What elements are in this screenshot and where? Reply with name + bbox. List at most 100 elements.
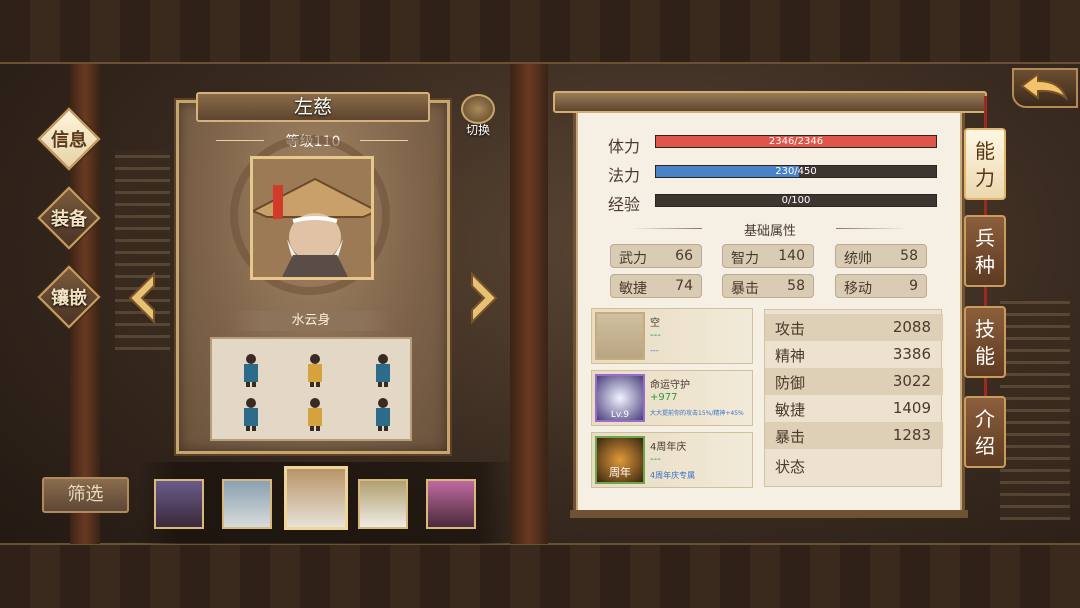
- stat-value: 2088: [892, 318, 931, 336]
- attr-value: 140: [778, 248, 805, 264]
- bg-window: [1000, 300, 1070, 520]
- troop-sprite: [244, 354, 258, 387]
- stat-name: 敏捷: [775, 401, 806, 419]
- divider: [632, 228, 702, 229]
- stat-value: 3386: [892, 345, 931, 363]
- bottom-border: [0, 543, 1080, 608]
- equip-desc: 4周年庆专属: [650, 471, 696, 480]
- equip-bonus: ---: [650, 454, 661, 465]
- hero-name: 左慈: [293, 96, 332, 118]
- filter-button[interactable]: 筛选: [42, 477, 129, 513]
- prev-hero-arrow-icon[interactable]: [124, 272, 160, 324]
- equip-slot[interactable]: 空 --- ---: [591, 308, 753, 364]
- tab-skills[interactable]: 技能: [964, 306, 1006, 378]
- exp-label: 经验: [608, 195, 641, 214]
- attr-item: 统帅 58: [835, 244, 927, 268]
- mp-label: 法力: [608, 166, 641, 185]
- troop-sprite: [308, 398, 322, 431]
- equip-bonus: +977: [650, 392, 678, 403]
- attr-value: 74: [675, 278, 693, 294]
- equip-bonus: ---: [650, 330, 661, 341]
- menu-inlay[interactable]: 镶嵌: [37, 265, 101, 329]
- hero-thumb[interactable]: [154, 479, 204, 529]
- troop-formation: [210, 337, 412, 441]
- troop-sprite: [308, 354, 322, 387]
- menu-equip[interactable]: 装备: [37, 186, 101, 250]
- attr-value: 66: [675, 248, 693, 264]
- hero-portrait: [250, 156, 374, 280]
- equip-badge: 周年: [609, 466, 631, 479]
- attr-name: 暴击: [731, 281, 759, 297]
- equip-slot[interactable]: 周年 4周年庆 --- 4周年庆专属: [591, 432, 753, 488]
- switch-label: 切换: [465, 123, 490, 137]
- attr-name: 统帅: [844, 251, 872, 267]
- attr-name: 武力: [619, 251, 647, 267]
- equip-desc: 大大提前你的攻击15%/精神+45%: [650, 410, 744, 417]
- hero-thumb[interactable]: [426, 479, 476, 529]
- tab-intro[interactable]: 介绍: [964, 396, 1006, 468]
- combat-stats: 攻击 2088 精神 3386 防御 3022 敏捷 1409 暴击 1283 状态: [764, 309, 943, 487]
- stat-row: 暴击 1283: [765, 422, 943, 449]
- attr-item: 敏捷 74: [610, 274, 702, 298]
- stat-name: 攻击: [775, 320, 806, 338]
- tab-troops[interactable]: 兵种: [964, 215, 1006, 287]
- troop-sprite: [376, 398, 390, 431]
- equip-title: 空: [650, 318, 660, 329]
- mp-bar: 230/450: [655, 165, 937, 178]
- stat-value: 3022: [892, 372, 931, 390]
- game-screen: 信息 装备 镶嵌 左慈 等级110 水云身 切换 筛选 体力 2346/2346…: [0, 0, 1080, 608]
- next-hero-arrow-icon[interactable]: [466, 272, 502, 324]
- menu-info-label: 信息: [51, 130, 87, 151]
- stat-value: 1283: [892, 426, 931, 444]
- hero-thumb-selected[interactable]: [284, 466, 348, 530]
- bg-pillar: [510, 64, 548, 544]
- attr-item: 暴击 58: [722, 274, 814, 298]
- empty-slot-icon: [595, 312, 645, 360]
- panel-footer-bar: [570, 510, 968, 518]
- stat-row: 敏捷 1409: [765, 395, 943, 422]
- stat-row: 防御 3022: [765, 368, 943, 395]
- attr-value: 58: [787, 278, 805, 294]
- exp-value: 0/100: [781, 195, 811, 206]
- stat-name: 精神: [775, 347, 806, 365]
- stat-name: 防御: [775, 374, 806, 392]
- attr-name: 智力: [731, 251, 759, 267]
- stat-row: 攻击 2088: [765, 314, 943, 341]
- attr-name: 敏捷: [619, 281, 647, 297]
- robe-icon: Lv.9: [595, 374, 645, 422]
- back-button[interactable]: [1012, 68, 1078, 108]
- stat-name: 暴击: [775, 428, 806, 446]
- attr-item: 智力 140: [722, 244, 814, 268]
- switch-icon: [461, 94, 495, 124]
- switch-button[interactable]: 切换: [457, 94, 499, 138]
- hero-thumb[interactable]: [358, 479, 408, 529]
- hp-bar: 2346/2346: [655, 135, 937, 148]
- equip-desc: ---: [650, 346, 659, 355]
- troop-sprite: [376, 354, 390, 387]
- stat-row: 精神 3386: [765, 341, 943, 368]
- equip-badge: Lv.9: [610, 410, 630, 420]
- menu-equip-label: 装备: [51, 209, 87, 230]
- stat-value: 1409: [892, 399, 931, 417]
- tab-ability[interactable]: 能力: [964, 128, 1006, 200]
- stat-row: 状态: [765, 452, 943, 479]
- hero-thumb[interactable]: [222, 479, 272, 529]
- hp-label: 体力: [608, 137, 641, 156]
- anniversary-icon: 周年: [595, 436, 645, 484]
- equip-slot[interactable]: Lv.9 命运守护 +977 大大提前你的攻击15%/精神+45%: [591, 370, 753, 426]
- attr-item: 移动 9: [835, 274, 927, 298]
- hp-value: 2346/2346: [768, 136, 824, 147]
- menu-info[interactable]: 信息: [37, 107, 101, 171]
- divider: [836, 228, 906, 229]
- attr-value: 58: [900, 248, 918, 264]
- equip-title: 4周年庆: [650, 442, 687, 453]
- stat-name: 状态: [775, 458, 806, 476]
- back-arrow-icon: [1020, 72, 1069, 101]
- troop-sprite: [244, 398, 258, 431]
- equip-title: 命运守护: [650, 380, 690, 391]
- attr-value: 9: [909, 278, 918, 294]
- attr-item: 武力 66: [610, 244, 702, 268]
- base-attributes-title: 基础属性: [743, 224, 796, 239]
- hero-form-name: 水云身: [291, 313, 331, 328]
- panel-header-bar: [553, 91, 987, 113]
